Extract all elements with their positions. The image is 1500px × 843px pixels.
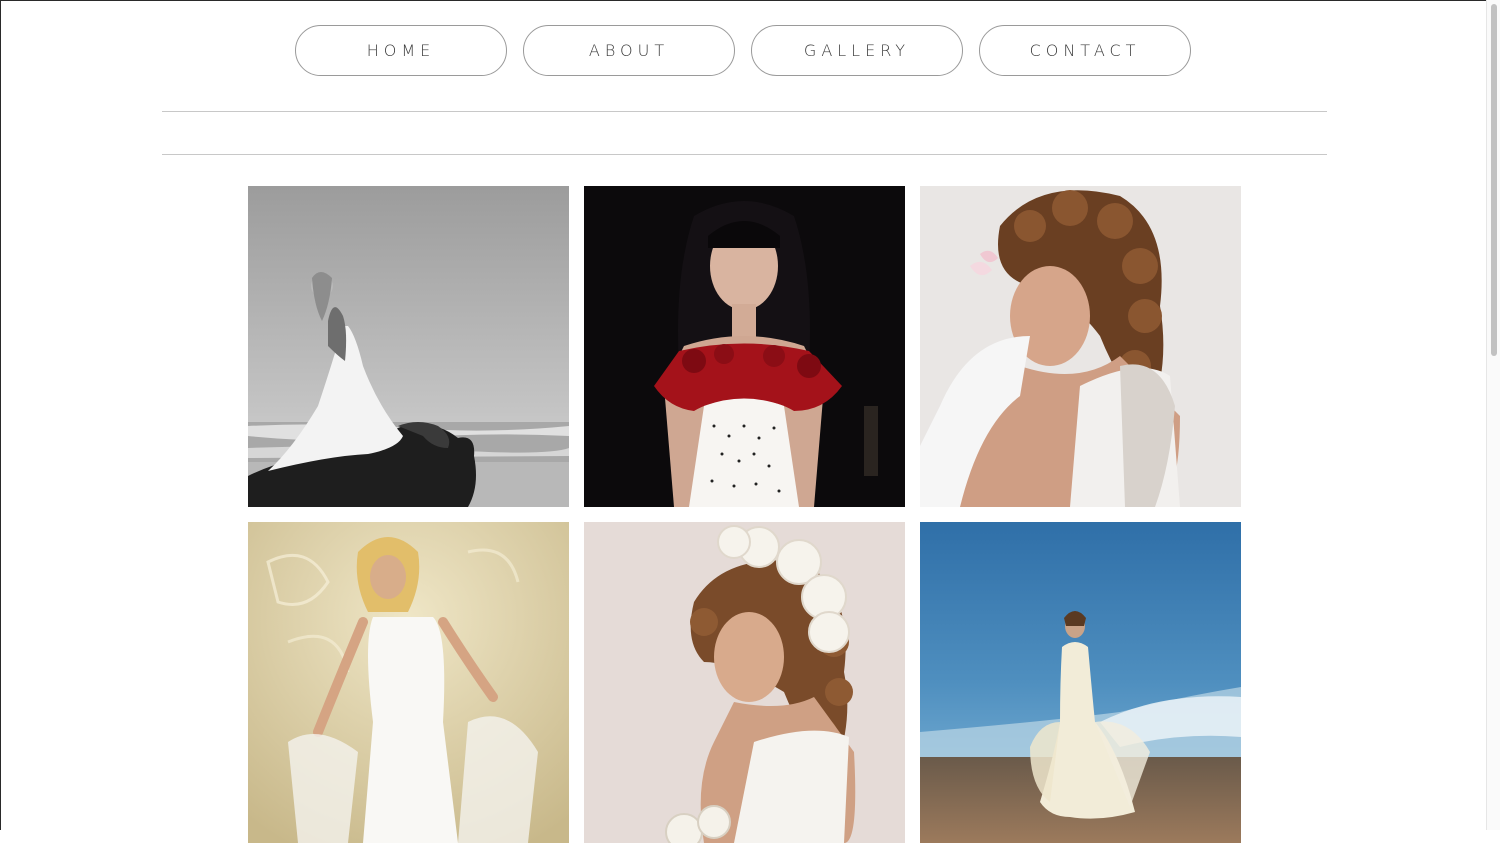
gallery-photo-1[interactable]: [248, 186, 569, 507]
photo-bride-on-rock: [248, 186, 569, 507]
photo-bride-flowers-hair: [584, 522, 905, 843]
nav-home-button[interactable]: HOME: [295, 25, 507, 76]
photo-bride-red-roses: [584, 186, 905, 507]
nav-gallery-button[interactable]: GALLERY: [751, 25, 963, 76]
divider-top: [162, 111, 1327, 112]
nav-contact-button[interactable]: CONTACT: [979, 25, 1191, 76]
photo-bride-beach: [920, 522, 1241, 843]
scrollbar-thumb[interactable]: [1491, 4, 1497, 356]
photo-bride-textured-wall: [248, 522, 569, 843]
gallery-photo-3[interactable]: [920, 186, 1241, 507]
gallery-photo-5[interactable]: [584, 522, 905, 843]
gallery-photo-6[interactable]: [920, 522, 1241, 843]
divider-bottom: [162, 154, 1327, 155]
gallery-photo-2[interactable]: [584, 186, 905, 507]
photo-gallery: [248, 186, 1241, 843]
photo-bride-curly-hair: [920, 186, 1241, 507]
main-nav: HOME ABOUT GALLERY CONTACT: [295, 25, 1191, 76]
vertical-scrollbar[interactable]: [1486, 0, 1500, 830]
gallery-photo-4[interactable]: [248, 522, 569, 843]
nav-about-button[interactable]: ABOUT: [523, 25, 735, 76]
